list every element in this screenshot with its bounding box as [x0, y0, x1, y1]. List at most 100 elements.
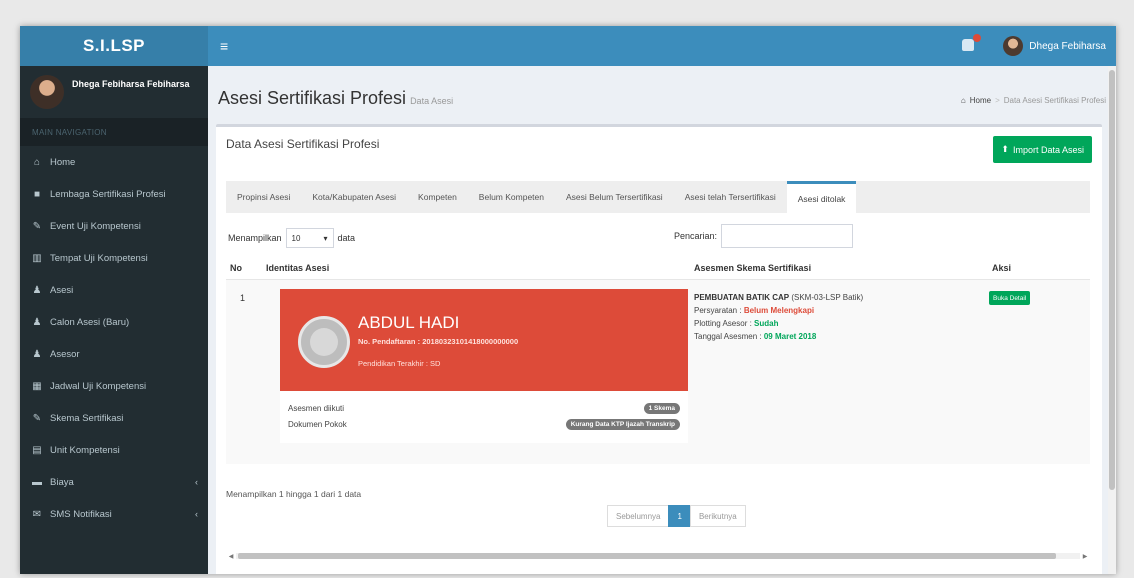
th-skema[interactable]: Asesmen Skema Sertifikasi	[694, 263, 811, 273]
user-avatar	[1003, 36, 1024, 56]
page-length-control: Menampilkan 10 ▾ data	[228, 228, 355, 248]
page-length-select[interactable]: 10 ▾	[285, 228, 334, 248]
sidebar-item-asesi[interactable]: ♟ Asesi	[20, 274, 208, 306]
sidebar-item-tempat-uji-kompetensi[interactable]: ▥ Tempat Uji Kompetensi	[20, 242, 208, 274]
sidebar-menu-header: MAIN NAVIGATION	[20, 118, 208, 146]
sidebar: Dhega Febiharsa Febiharsa MAIN NAVIGATIO…	[20, 66, 208, 574]
sidebar-item-label: Asesi	[50, 284, 74, 296]
sidebar-item-label: Jadwal Uji Kompetensi	[50, 380, 147, 392]
sidebar-menu: ⌂ Home ■ Lembaga Sertifikasi Profesi ✎ Event …	[20, 146, 208, 530]
tab-propinsi-asesi[interactable]: Propinsi Asesi	[226, 181, 301, 213]
bank-icon: ▥	[32, 252, 42, 264]
sidebar-item-label: Event Uji Kompetensi	[50, 220, 141, 232]
tab-kompeten[interactable]: Kompeten	[407, 181, 468, 213]
search-input[interactable]	[721, 224, 854, 248]
pagination-prev[interactable]: Sebelumnya	[607, 505, 670, 527]
edit-icon: ✎	[32, 220, 42, 232]
tab-asesi-ditolak[interactable]: Asesi ditolak	[786, 181, 857, 213]
chevron-left-icon: ‹	[195, 477, 198, 487]
home-icon: ⌂	[33, 156, 41, 168]
asesi-card: ABDUL HADI No. Pendaftaran : 20180323101…	[280, 289, 688, 443]
sidebar-avatar	[30, 75, 64, 109]
sidebar-item-jadwal-uji-kompetensi[interactable]: ▦ Jadwal Uji Kompetensi	[20, 370, 208, 402]
sidebar-item-biaya[interactable]: ▬ Biaya ‹	[20, 466, 208, 498]
sidebar-item-skema-sertifikasi[interactable]: ✎ Skema Sertifikasi	[20, 402, 208, 434]
open-detail-button[interactable]: Buka Detail	[989, 291, 1031, 305]
sidebar-user-panel: Dhega Febiharsa Febiharsa	[20, 66, 208, 118]
chevron-down-icon: ▾	[323, 233, 328, 243]
dokumen-row: Dokumen Pokok Kurang Data KTP Ijazah Tra…	[280, 417, 688, 433]
user-menu[interactable]: Dhega Febiharsa	[1003, 36, 1106, 56]
breadcrumb-current: Data Asesi Sertifikasi Profesi	[1003, 96, 1106, 105]
sidebar-item-label: Tempat Uji Kompetensi	[50, 252, 148, 264]
asesi-card-header: ABDUL HADI No. Pendaftaran : 20180323101…	[280, 289, 688, 391]
sidebar-user-name: Dhega Febiharsa Febiharsa	[72, 79, 190, 89]
plotting-status: Sudah	[754, 319, 779, 328]
vertical-scrollbar[interactable]	[1108, 66, 1116, 574]
data-box: Data Asesi Sertifikasi Profesi ⬆ Import …	[216, 124, 1102, 574]
sidebar-item-label: Lembaga Sertifikasi Profesi	[50, 188, 166, 200]
tab-bar: Propinsi Asesi Kota/Kabupaten Asesi Kompet…	[226, 181, 1090, 213]
book-icon: ■	[33, 188, 41, 200]
horizontal-scrollbar[interactable]: ◀ ▶	[226, 551, 1090, 561]
pagination-page-1[interactable]: 1	[668, 505, 691, 527]
import-data-button[interactable]: ⬆ Import Data Asesi	[993, 136, 1092, 163]
sidebar-item-unit-kompetensi[interactable]: ▤ Unit Kompetensi	[20, 434, 208, 466]
th-no[interactable]: No	[230, 263, 242, 273]
upload-icon: ⬆	[1001, 144, 1009, 154]
page-title: Asesi Sertifikasi Profesi Data Asesi	[218, 88, 454, 108]
tab-kota-kabupaten-asesi[interactable]: Kota/Kabupaten Asesi	[301, 181, 407, 213]
tab-asesi-telah-tersertifikasi[interactable]: Asesi telah Tersertifikasi	[674, 181, 787, 213]
asesmen-row: Asesmen diikuti 1 Skema	[280, 401, 688, 417]
user-menu-name: Dhega Febiharsa	[1029, 40, 1106, 52]
breadcrumb: ⌂ Home > Data Asesi Sertifikasi Profesi	[960, 96, 1106, 105]
sidebar-item-label: Skema Sertifikasi	[50, 412, 124, 424]
sidebar-item-sms-notifikasi[interactable]: ✉ SMS Notifikasi ‹	[20, 498, 208, 530]
asesi-avatar	[298, 316, 350, 368]
users-icon: ♟	[32, 348, 42, 360]
table-info: Menampilkan 1 hingga 1 dari 1 data	[226, 489, 362, 499]
sidebar-item-asesor[interactable]: ♟ Asesor	[20, 338, 208, 370]
skema-info: PEMBUATAN BATIK CAP (SKM-03-LSP Batik) P…	[694, 293, 864, 341]
sidebar-item-label: SMS Notifikasi	[50, 508, 112, 520]
notification-bell-icon[interactable]	[962, 34, 981, 53]
pagination: Sebelumnya 1 Berikutnya	[607, 505, 746, 527]
asesi-education: Pendidikan Terakhir : SD	[358, 359, 441, 368]
persyaratan-status: Belum Melengkapi	[743, 306, 815, 315]
app-logo[interactable]: S.I.LSP	[20, 26, 208, 66]
breadcrumb-home-link[interactable]: Home	[970, 96, 991, 105]
box-title: Data Asesi Sertifikasi Profesi	[226, 137, 380, 151]
notification-badge	[973, 34, 981, 42]
users-icon: ♟	[32, 316, 42, 328]
sidebar-item-label: Biaya	[50, 476, 74, 488]
sidebar-item-calon-asesi-baru[interactable]: ♟ Calon Asesi (Baru)	[20, 306, 208, 338]
scroll-right-icon[interactable]: ▶	[1080, 553, 1090, 560]
sidebar-item-event-uji-kompetensi[interactable]: ✎ Event Uji Kompetensi	[20, 210, 208, 242]
sidebar-item-label: Asesor	[50, 348, 80, 360]
calendar-icon: ▦	[32, 380, 42, 392]
sidebar-item-lembaga-sertifikasi-profesi[interactable]: ■ Lembaga Sertifikasi Profesi	[20, 178, 208, 210]
edit-icon: ✎	[32, 412, 42, 424]
users-icon: ♟	[32, 284, 42, 296]
tab-belum-kompeten[interactable]: Belum Kompeten	[468, 181, 555, 213]
chevron-left-icon: ‹	[195, 509, 198, 519]
asesi-registration: No. Pendaftaran : 2018032310141800000000…	[358, 337, 519, 346]
top-navbar: ≡ Dhega Febiharsa	[208, 26, 1116, 66]
asesi-name: ABDUL HADI	[358, 313, 460, 332]
th-identitas[interactable]: Identitas Asesi	[266, 263, 329, 273]
th-aksi[interactable]: Aksi	[992, 263, 1011, 273]
sidebar-item-label: Home	[50, 156, 76, 168]
row-number: 1	[240, 293, 246, 303]
folder-icon: ▬	[32, 476, 42, 488]
pagination-next[interactable]: Berikutnya	[689, 505, 746, 527]
tanggal-asesmen: 09 Maret 2018	[763, 332, 817, 341]
tab-asesi-belum-tersertifikasi[interactable]: Asesi Belum Tersertifikasi	[555, 181, 674, 213]
envelope-icon: ✉	[32, 508, 42, 520]
menu-toggle-icon[interactable]: ≡	[220, 38, 228, 54]
home-icon: ⌂	[960, 96, 966, 105]
sidebar-item-label: Calon Asesi (Baru)	[50, 316, 130, 328]
file-icon: ▤	[32, 444, 42, 456]
sidebar-item-home[interactable]: ⌂ Home	[20, 146, 208, 178]
scroll-left-icon[interactable]: ◀	[226, 553, 236, 560]
search-control: Pencarian:	[674, 224, 854, 248]
